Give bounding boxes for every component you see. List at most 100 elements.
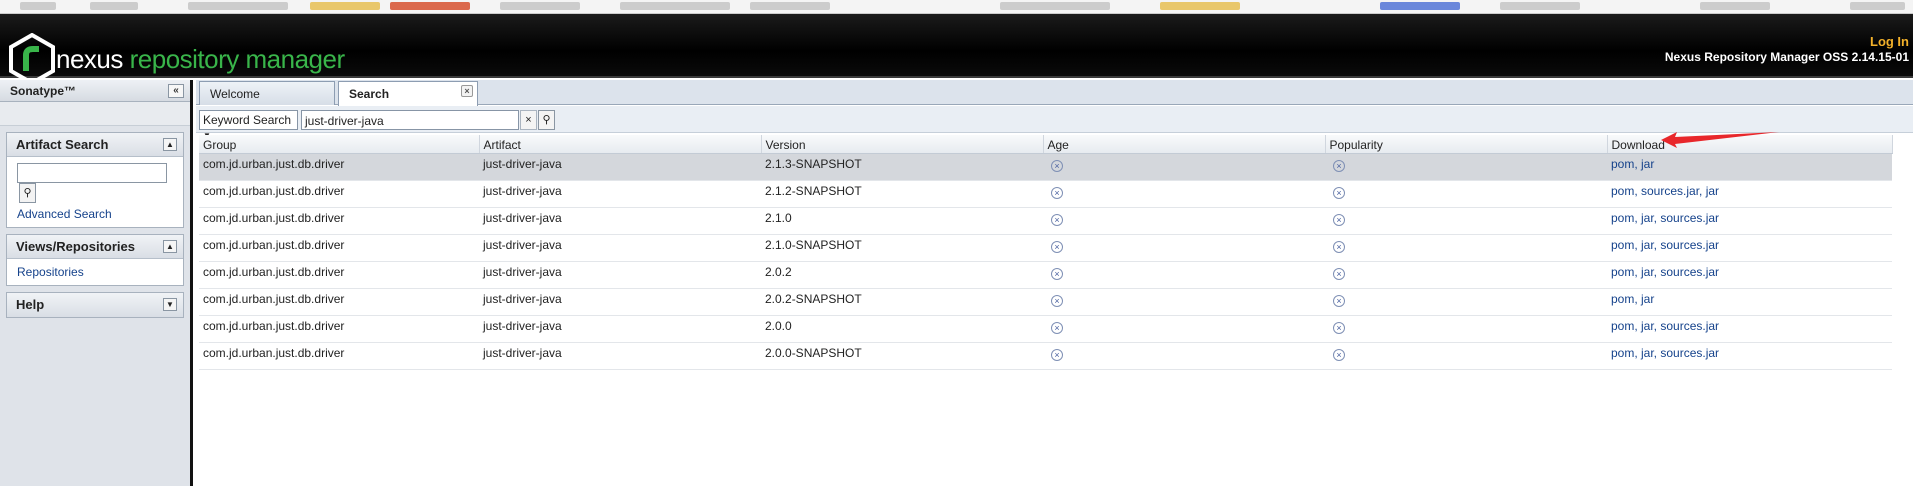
column-header-popularity[interactable]: Popularity [1325, 135, 1608, 154]
advanced-search-link[interactable]: Advanced Search [17, 207, 112, 221]
views-repositories-panel-header[interactable]: Views/Repositories ▲ [7, 235, 183, 259]
circle-x-icon: × [1333, 268, 1345, 280]
close-tab-icon[interactable]: × [461, 85, 473, 97]
collapse-sidebar-button[interactable]: « [168, 84, 184, 98]
table-row[interactable]: com.jd.urban.just.db.driver just-driver-… [199, 234, 1892, 262]
table-row[interactable]: com.jd.urban.just.db.driver just-driver-… [199, 342, 1892, 370]
group-cell: com.jd.urban.just.db.driver [199, 153, 479, 181]
tab-label: Search [349, 87, 390, 101]
circle-x-icon: × [1333, 349, 1345, 361]
circle-x-icon: × [1051, 295, 1063, 307]
tab-bar: Welcome Search × [196, 80, 1913, 106]
sidebar-toolbar [0, 102, 190, 126]
left-sidebar: Sonatype™ « Artifact Search ▲ ⚲ Advanced… [0, 80, 193, 486]
age-cell: × [1043, 180, 1325, 208]
circle-x-icon: × [1051, 214, 1063, 226]
help-panel-header[interactable]: Help ▼ [7, 293, 183, 317]
download-cell: pom, jar [1607, 153, 1892, 181]
artifact-cell: just-driver-java [479, 180, 761, 208]
popularity-cell: × [1325, 342, 1607, 370]
age-cell: × [1043, 261, 1325, 289]
sidebar-title: Sonatype™ [10, 84, 77, 98]
clear-search-icon[interactable]: × [520, 110, 537, 130]
circle-x-icon: × [1333, 322, 1345, 334]
popularity-cell: × [1325, 153, 1607, 181]
results-grid: Group Artifact Version Age Popularity Do… [199, 135, 1893, 370]
search-icon[interactable]: ⚲ [538, 110, 555, 130]
search-toolbar: Keyword Search ▼ just-driver-java × ⚲ [196, 106, 1913, 140]
group-cell: com.jd.urban.just.db.driver [199, 234, 479, 262]
age-cell: × [1043, 315, 1325, 343]
table-row[interactable]: com.jd.urban.just.db.driver just-driver-… [199, 180, 1892, 208]
group-cell: com.jd.urban.just.db.driver [199, 288, 479, 316]
download-cell: pom, jar, sources.jar [1607, 315, 1892, 343]
version-cell: 2.1.3-SNAPSHOT [761, 153, 1043, 181]
tab-label: Welcome [210, 87, 260, 101]
artifact-cell: just-driver-java [479, 207, 761, 235]
collapse-up-icon[interactable]: ▲ [163, 138, 177, 151]
circle-x-icon: × [1051, 349, 1063, 361]
artifact-cell: just-driver-java [479, 342, 761, 370]
artifact-search-input[interactable] [17, 163, 167, 183]
circle-x-icon: × [1333, 295, 1345, 307]
column-header-version[interactable]: Version [761, 135, 1044, 154]
collapse-up-icon[interactable]: ▲ [163, 240, 177, 253]
circle-x-icon: × [1333, 160, 1345, 172]
circle-x-icon: × [1051, 187, 1063, 199]
table-row[interactable]: com.jd.urban.just.db.driver just-driver-… [199, 207, 1892, 235]
popularity-cell: × [1325, 315, 1607, 343]
login-link[interactable]: Log In [1870, 34, 1909, 49]
download-cell: pom, jar [1607, 288, 1892, 316]
version-label: Nexus Repository Manager OSS 2.14.15-01 [1664, 50, 1909, 64]
version-cell: 2.1.0 [761, 207, 1043, 235]
red-arrow-icon [1661, 132, 1779, 148]
download-links[interactable]: pom, jar, sources.jar [1611, 238, 1719, 252]
circle-x-icon: × [1051, 268, 1063, 280]
artifact-cell: just-driver-java [479, 234, 761, 262]
age-cell: × [1043, 153, 1325, 181]
group-cell: com.jd.urban.just.db.driver [199, 342, 479, 370]
download-links[interactable]: pom, jar, sources.jar [1611, 319, 1719, 333]
version-cell: 2.0.0 [761, 315, 1043, 343]
panel-title: Artifact Search [16, 137, 109, 152]
column-header-group[interactable]: Group [199, 135, 480, 154]
popularity-cell: × [1325, 234, 1607, 262]
search-mode-label: Keyword Search [203, 113, 292, 127]
help-panel: Help ▼ [6, 292, 184, 318]
tab-welcome[interactable]: Welcome [199, 81, 335, 105]
download-links[interactable]: pom, jar, sources.jar [1611, 346, 1719, 360]
download-cell: pom, jar, sources.jar [1607, 261, 1892, 289]
circle-x-icon: × [1333, 214, 1345, 226]
app-header: nexus repository manager Log In Nexus Re… [0, 14, 1913, 85]
version-cell: 2.1.0-SNAPSHOT [761, 234, 1043, 262]
download-links[interactable]: pom, jar [1611, 292, 1654, 306]
popularity-cell: × [1325, 288, 1607, 316]
download-cell: pom, sources.jar, jar [1607, 180, 1892, 208]
search-input[interactable]: just-driver-java [301, 110, 519, 130]
table-row[interactable]: com.jd.urban.just.db.driver just-driver-… [199, 288, 1892, 316]
artifact-cell: just-driver-java [479, 153, 761, 181]
sidebar-header: Sonatype™ « [0, 80, 190, 102]
table-row[interactable]: com.jd.urban.just.db.driver just-driver-… [199, 315, 1892, 343]
table-row[interactable]: com.jd.urban.just.db.driver just-driver-… [199, 153, 1892, 181]
repositories-link[interactable]: Repositories [17, 265, 84, 279]
download-cell: pom, jar, sources.jar [1607, 207, 1892, 235]
column-header-artifact[interactable]: Artifact [479, 135, 762, 154]
download-cell: pom, jar, sources.jar [1607, 342, 1892, 370]
table-row[interactable]: com.jd.urban.just.db.driver just-driver-… [199, 261, 1892, 289]
artifact-search-button[interactable]: ⚲ [19, 183, 36, 203]
artifact-cell: just-driver-java [479, 261, 761, 289]
download-links[interactable]: pom, jar, sources.jar [1611, 265, 1719, 279]
download-links[interactable]: pom, sources.jar, jar [1611, 184, 1719, 198]
column-header-age[interactable]: Age [1043, 135, 1326, 154]
download-links[interactable]: pom, jar, sources.jar [1611, 211, 1719, 225]
expand-down-icon[interactable]: ▼ [163, 298, 177, 311]
download-links[interactable]: pom, jar [1611, 157, 1654, 171]
views-repositories-panel: Views/Repositories ▲ Repositories [6, 234, 184, 286]
artifact-search-panel-header[interactable]: Artifact Search ▲ [7, 133, 183, 157]
tab-search[interactable]: Search × [338, 81, 478, 106]
age-cell: × [1043, 207, 1325, 235]
circle-x-icon: × [1051, 322, 1063, 334]
age-cell: × [1043, 342, 1325, 370]
search-mode-select[interactable]: Keyword Search ▼ [199, 110, 298, 140]
